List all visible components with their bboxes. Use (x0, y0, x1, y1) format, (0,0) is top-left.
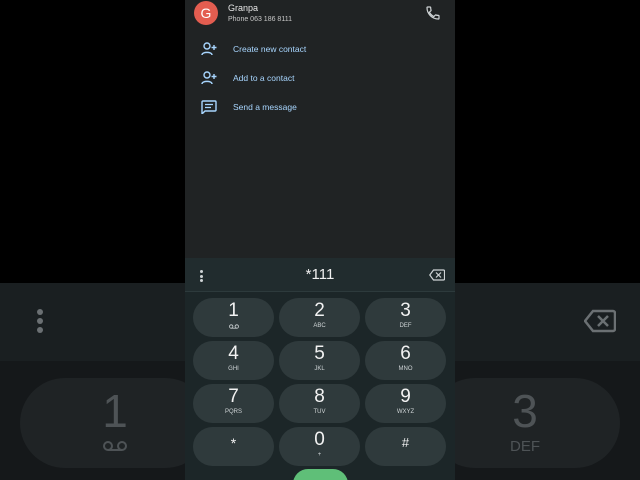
dialpad-key-6[interactable]: 6 MNO (365, 341, 446, 380)
call-button[interactable] (293, 469, 348, 480)
background-menu-icon (36, 309, 44, 336)
dialpad: *111 1 2 ABC 3 DEF 4 GHI 5 JKL 6 MNO 7 P… (185, 258, 455, 480)
message-icon (201, 100, 217, 114)
dialpad-key-8[interactable]: 8 TUV (279, 384, 360, 423)
avatar: G (194, 1, 218, 25)
dialpad-key-7[interactable]: 7 PQRS (193, 384, 274, 423)
dialpad-key-1[interactable]: 1 (193, 298, 274, 337)
background-key-3: 3 DEF (430, 378, 620, 468)
dialpad-key-4[interactable]: 4 GHI (193, 341, 274, 380)
key-digit: # (401, 435, 410, 450)
background-key-letters: DEF (510, 438, 540, 455)
key-digit: 7 (228, 386, 239, 407)
key-letters: DEF (399, 323, 412, 329)
dialpad-key-3[interactable]: 3 DEF (365, 298, 446, 337)
background-key-digit: 3 (512, 385, 538, 437)
backspace-icon[interactable] (429, 269, 445, 281)
key-digit: * (230, 435, 237, 451)
send-message-button[interactable]: Send a message (185, 95, 455, 119)
key-digit: 9 (400, 386, 411, 407)
dialed-number[interactable]: *111 (185, 266, 455, 283)
key-digit: 2 (314, 300, 325, 321)
background-key-digit: 1 (102, 385, 128, 437)
person-add-icon (201, 42, 217, 56)
action-label: Add to a contact (233, 73, 295, 83)
key-digit: 5 (314, 343, 325, 364)
key-letters: ABC (313, 323, 326, 329)
voicemail-icon (229, 324, 239, 329)
key-letters: WXYZ (396, 409, 415, 415)
key-letters: MNO (398, 366, 413, 372)
background-backspace-icon (584, 309, 616, 333)
key-digit: 1 (228, 300, 239, 321)
key-digit: 8 (314, 386, 325, 407)
action-label: Create new contact (233, 44, 307, 54)
dial-input-bar: *111 (185, 258, 455, 292)
background-voicemail-icon (103, 441, 127, 451)
dialpad-key-2[interactable]: 2 ABC (279, 298, 360, 337)
dialpad-key-hash[interactable]: # (365, 427, 446, 466)
add-to-contact-button[interactable]: Add to a contact (185, 66, 455, 90)
phone-icon[interactable] (425, 5, 441, 21)
background-key-1: 1 (20, 378, 210, 468)
key-letters: TUV (313, 409, 326, 415)
key-letters: GHI (228, 366, 239, 372)
dialpad-key-5[interactable]: 5 JKL (279, 341, 360, 380)
action-label: Send a message (233, 102, 297, 112)
key-digit: 4 (228, 343, 239, 364)
key-letters: JKL (314, 366, 325, 372)
dialpad-key-star[interactable]: * (193, 427, 274, 466)
dialpad-key-0[interactable]: 0 + (279, 427, 360, 466)
key-letters: PQRS (224, 409, 242, 415)
key-letters: + (317, 452, 322, 458)
person-add-icon (201, 71, 217, 85)
key-digit: 3 (400, 300, 411, 321)
contact-phone: Phone 063 186 8111 (228, 16, 292, 23)
create-new-contact-button[interactable]: Create new contact (185, 37, 455, 61)
contact-name: Granpa (228, 3, 259, 13)
phone-screen: G Granpa Phone 063 186 8111 Create new c… (185, 0, 455, 480)
dialpad-key-9[interactable]: 9 WXYZ (365, 384, 446, 423)
key-digit: 6 (400, 343, 411, 364)
contact-suggestion[interactable]: G Granpa Phone 063 186 8111 (185, 0, 455, 30)
key-digit: 0 (314, 429, 325, 450)
